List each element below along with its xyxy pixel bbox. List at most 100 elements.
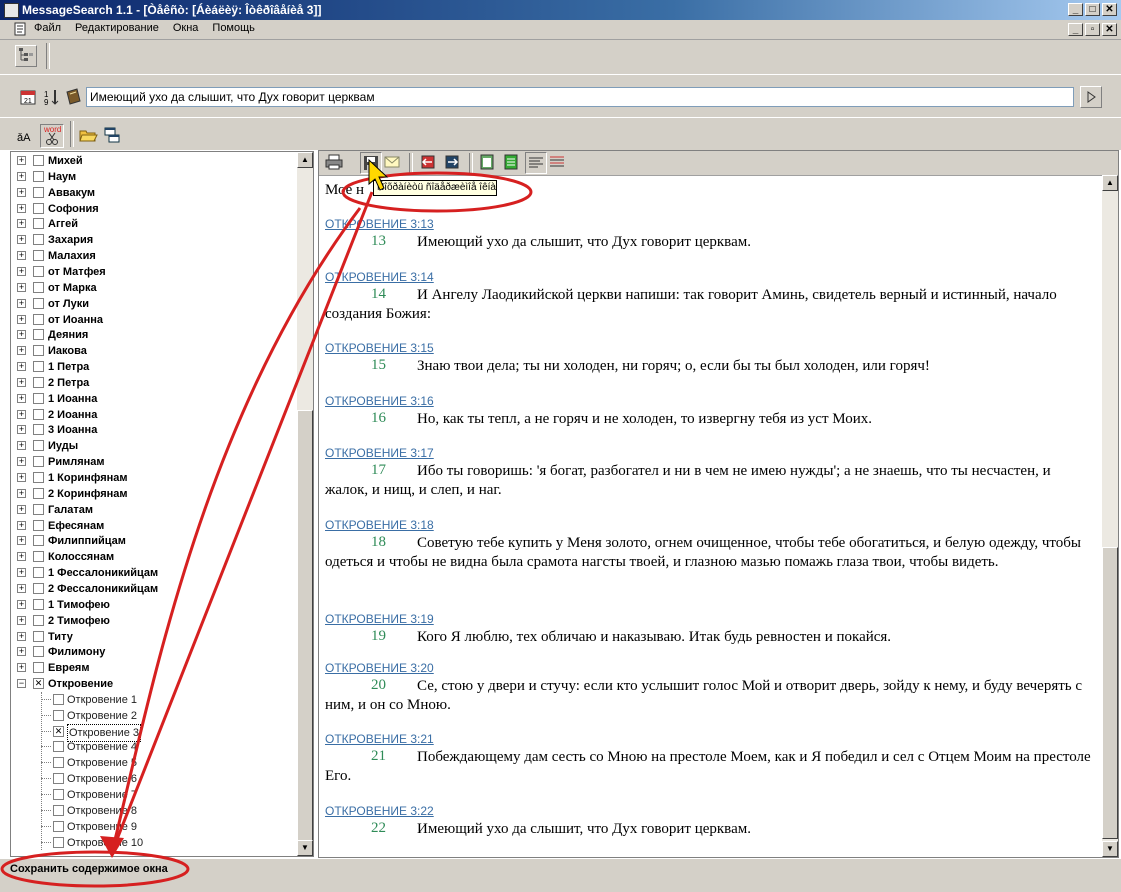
- word-export-button[interactable]: word: [40, 124, 64, 148]
- tree-item[interactable]: +1 Тимофею: [11, 597, 297, 613]
- expand-icon[interactable]: +: [17, 504, 26, 514]
- tree-item[interactable]: +2 Петра: [11, 375, 297, 391]
- tree-checkbox[interactable]: [33, 234, 44, 246]
- expand-icon[interactable]: +: [17, 536, 26, 546]
- tree-checkbox[interactable]: [33, 265, 44, 277]
- tree-item[interactable]: + Колоссянам: [11, 549, 297, 565]
- expand-icon[interactable]: +: [17, 663, 26, 673]
- expand-icon[interactable]: +: [17, 457, 26, 467]
- verse-reference-link[interactable]: ОТКРОВЕНИЕ 3:19: [325, 612, 434, 626]
- expand-icon[interactable]: +: [17, 377, 26, 387]
- tree-checkbox[interactable]: [33, 551, 44, 563]
- book-button[interactable]: [63, 87, 85, 109]
- verse-reference-link[interactable]: ОТКРОВЕНИЕ 3:13: [325, 217, 434, 231]
- tree-item[interactable]: +1 Петра: [11, 359, 297, 375]
- tree-checkbox[interactable]: [33, 630, 44, 642]
- tree-checkbox[interactable]: [33, 440, 44, 452]
- expand-icon[interactable]: +: [17, 171, 26, 181]
- tree-item[interactable]: + Ефесянам: [11, 518, 297, 534]
- tree-checkbox[interactable]: [33, 218, 44, 230]
- doc-minimize-button[interactable]: _: [1068, 23, 1083, 36]
- expand-icon[interactable]: +: [17, 203, 26, 213]
- tree-checkbox[interactable]: [53, 804, 64, 816]
- expand-icon[interactable]: +: [17, 282, 26, 292]
- expand-icon[interactable]: +: [17, 235, 26, 245]
- sort-button[interactable]: 19: [42, 87, 64, 109]
- expand-icon[interactable]: +: [17, 647, 26, 657]
- expand-icon[interactable]: +: [17, 314, 26, 324]
- tree-item[interactable]: + Захария: [11, 232, 297, 248]
- tree-checkbox[interactable]: [33, 662, 44, 674]
- print-button[interactable]: [324, 152, 346, 174]
- expand-icon[interactable]: +: [17, 393, 26, 403]
- expand-icon[interactable]: +: [17, 473, 26, 482]
- tree-item[interactable]: +1 Коринфянам: [11, 470, 297, 486]
- tree-item[interactable]: + Филиппийцам: [11, 533, 297, 549]
- tree-checkbox[interactable]: [33, 297, 44, 309]
- doc-restore-button[interactable]: ▫: [1085, 23, 1100, 36]
- verse-reference-link[interactable]: ОТКРОВЕНИЕ 3:16: [325, 394, 434, 408]
- font-button[interactable]: ǎA: [15, 125, 37, 147]
- doc-close-button[interactable]: ✕: [1102, 23, 1117, 36]
- verse-reference-link[interactable]: ОТКРОВЕНИЕ 3:14: [325, 270, 434, 284]
- expand-icon[interactable]: +: [17, 583, 26, 593]
- search-input[interactable]: Имеющий ухо да слышит, что Дух говорит ц…: [86, 87, 1074, 107]
- tree-item[interactable]: Откровение 6: [11, 771, 297, 787]
- tree-item[interactable]: +1 Иоанна: [11, 391, 297, 407]
- tree-checkbox[interactable]: [33, 186, 44, 198]
- expand-icon[interactable]: +: [17, 187, 26, 197]
- tree-item[interactable]: + Римлянам: [11, 454, 297, 470]
- notes-button[interactable]: [501, 152, 523, 174]
- expand-icon[interactable]: +: [17, 568, 26, 578]
- open-folder-button[interactable]: [78, 125, 100, 147]
- format-button[interactable]: [547, 152, 569, 174]
- menu-file[interactable]: Файл: [34, 22, 61, 34]
- tree-checkbox[interactable]: [53, 789, 64, 800]
- tree-checkbox[interactable]: [53, 709, 64, 721]
- tree-checkbox[interactable]: [53, 836, 64, 848]
- expand-icon[interactable]: +: [17, 346, 26, 356]
- tree-item[interactable]: Откровение 1: [11, 692, 297, 708]
- back-button[interactable]: [418, 152, 440, 174]
- tree-checkbox[interactable]: [33, 392, 44, 404]
- tree-item[interactable]: + от Марка: [11, 280, 297, 296]
- tree-item[interactable]: + Деяния: [11, 327, 297, 343]
- expand-icon[interactable]: +: [17, 219, 26, 229]
- tree-checkbox[interactable]: [33, 582, 44, 594]
- view-toggle-button[interactable]: [525, 152, 547, 174]
- tree-item[interactable]: +3 Иоанна: [11, 422, 297, 438]
- collapse-icon[interactable]: −: [17, 679, 26, 689]
- tree-item[interactable]: + Филимону: [11, 644, 297, 660]
- scroll-thumb[interactable]: [297, 410, 313, 856]
- tree-item[interactable]: Откровение 4: [11, 739, 297, 755]
- tree-checkbox[interactable]: [53, 741, 64, 753]
- tree-checkbox[interactable]: [33, 408, 44, 420]
- tree-item[interactable]: + от Матфея: [11, 264, 297, 280]
- tree-checkbox[interactable]: [33, 155, 44, 166]
- tree-checkbox[interactable]: [33, 376, 44, 388]
- forward-button[interactable]: [442, 152, 464, 174]
- expand-icon[interactable]: +: [17, 599, 26, 609]
- tree-checkbox[interactable]: [53, 693, 64, 705]
- tree-item[interactable]: +2 Фессалоникийцам: [11, 581, 297, 597]
- tree-item[interactable]: + Титу: [11, 629, 297, 645]
- minimize-button[interactable]: _: [1068, 3, 1083, 16]
- tree-checkbox[interactable]: [33, 345, 44, 357]
- verse-reference-link[interactable]: ОТКРОВЕНИЕ 3:17: [325, 446, 434, 460]
- tree-item[interactable]: − ✕ Откровение: [11, 676, 297, 692]
- expand-icon[interactable]: +: [17, 520, 26, 530]
- tree-checkbox[interactable]: ✕: [53, 725, 64, 737]
- tree-checkbox[interactable]: [53, 820, 64, 832]
- scroll-down-button[interactable]: ▼: [1102, 841, 1118, 857]
- verse-reference-link[interactable]: ОТКРОВЕНИЕ 3:15: [325, 341, 434, 355]
- tree-item[interactable]: Откровение 8: [11, 803, 297, 819]
- tree-checkbox[interactable]: [33, 329, 44, 341]
- tree-item[interactable]: Откровение 2: [11, 708, 297, 724]
- verse-reference-link[interactable]: ОТКРОВЕНИЕ 3:20: [325, 661, 434, 675]
- expand-icon[interactable]: +: [17, 552, 26, 562]
- tree-checkbox[interactable]: [33, 598, 44, 610]
- expand-icon[interactable]: +: [17, 156, 26, 165]
- email-button[interactable]: [382, 152, 404, 174]
- tree-checkbox[interactable]: [53, 773, 64, 785]
- tree-item[interactable]: +2 Коринфянам: [11, 486, 297, 502]
